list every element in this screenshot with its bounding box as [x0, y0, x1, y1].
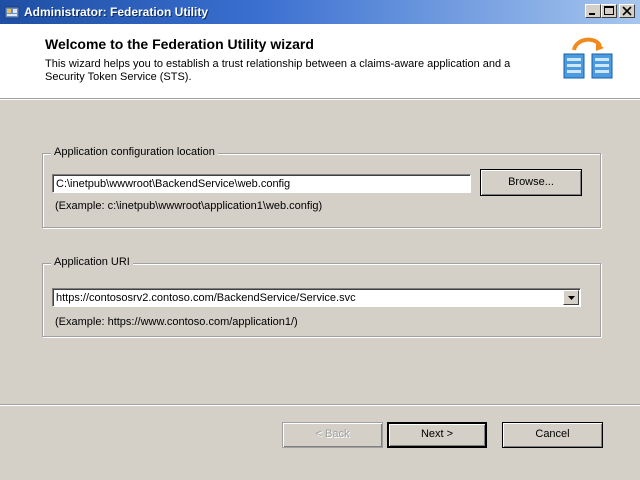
federation-wizard-icon: [563, 37, 613, 79]
minimize-icon: [589, 13, 595, 15]
close-icon: [622, 6, 632, 16]
app-uri-value: https://contososrv2.contoso.com/BackendS…: [56, 292, 356, 304]
header-divider: [0, 99, 640, 100]
back-button[interactable]: < Back: [282, 422, 383, 448]
page-description: This wizard helps you to establish a tru…: [45, 58, 511, 83]
footer-divider-highlight: [0, 405, 640, 406]
close-button[interactable]: [619, 4, 635, 18]
next-button[interactable]: Next >: [387, 422, 487, 448]
window-title: Administrator: Federation Utility: [24, 5, 209, 19]
uri-example-text: (Example: https://www.contoso.com/applic…: [55, 316, 298, 328]
page-title: Welcome to the Federation Utility wizard: [45, 36, 314, 52]
cancel-button[interactable]: Cancel: [502, 422, 603, 448]
wizard-header: Welcome to the Federation Utility wizard…: [0, 24, 640, 99]
maximize-button[interactable]: [601, 4, 617, 18]
config-path-input[interactable]: C:\inetpub\wwwroot\BackendService\web.co…: [52, 174, 471, 193]
config-location-legend: Application configuration location: [51, 146, 218, 158]
federation-utility-window: Administrator: Federation Utility Welcom…: [0, 0, 640, 480]
chevron-down-icon: [568, 296, 575, 300]
app-uri-legend: Application URI: [51, 256, 133, 268]
maximize-icon: [604, 6, 614, 15]
app-uri-combobox[interactable]: https://contososrv2.contoso.com/BackendS…: [52, 288, 581, 307]
app-uri-dropdown-button[interactable]: [563, 290, 579, 305]
minimize-button[interactable]: [585, 4, 601, 18]
config-example-text: (Example: c:\inetpub\wwwroot\application…: [55, 200, 323, 212]
title-bar[interactable]: Administrator: Federation Utility: [0, 0, 640, 24]
browse-button[interactable]: Browse...: [480, 169, 582, 196]
app-icon: [4, 4, 20, 20]
